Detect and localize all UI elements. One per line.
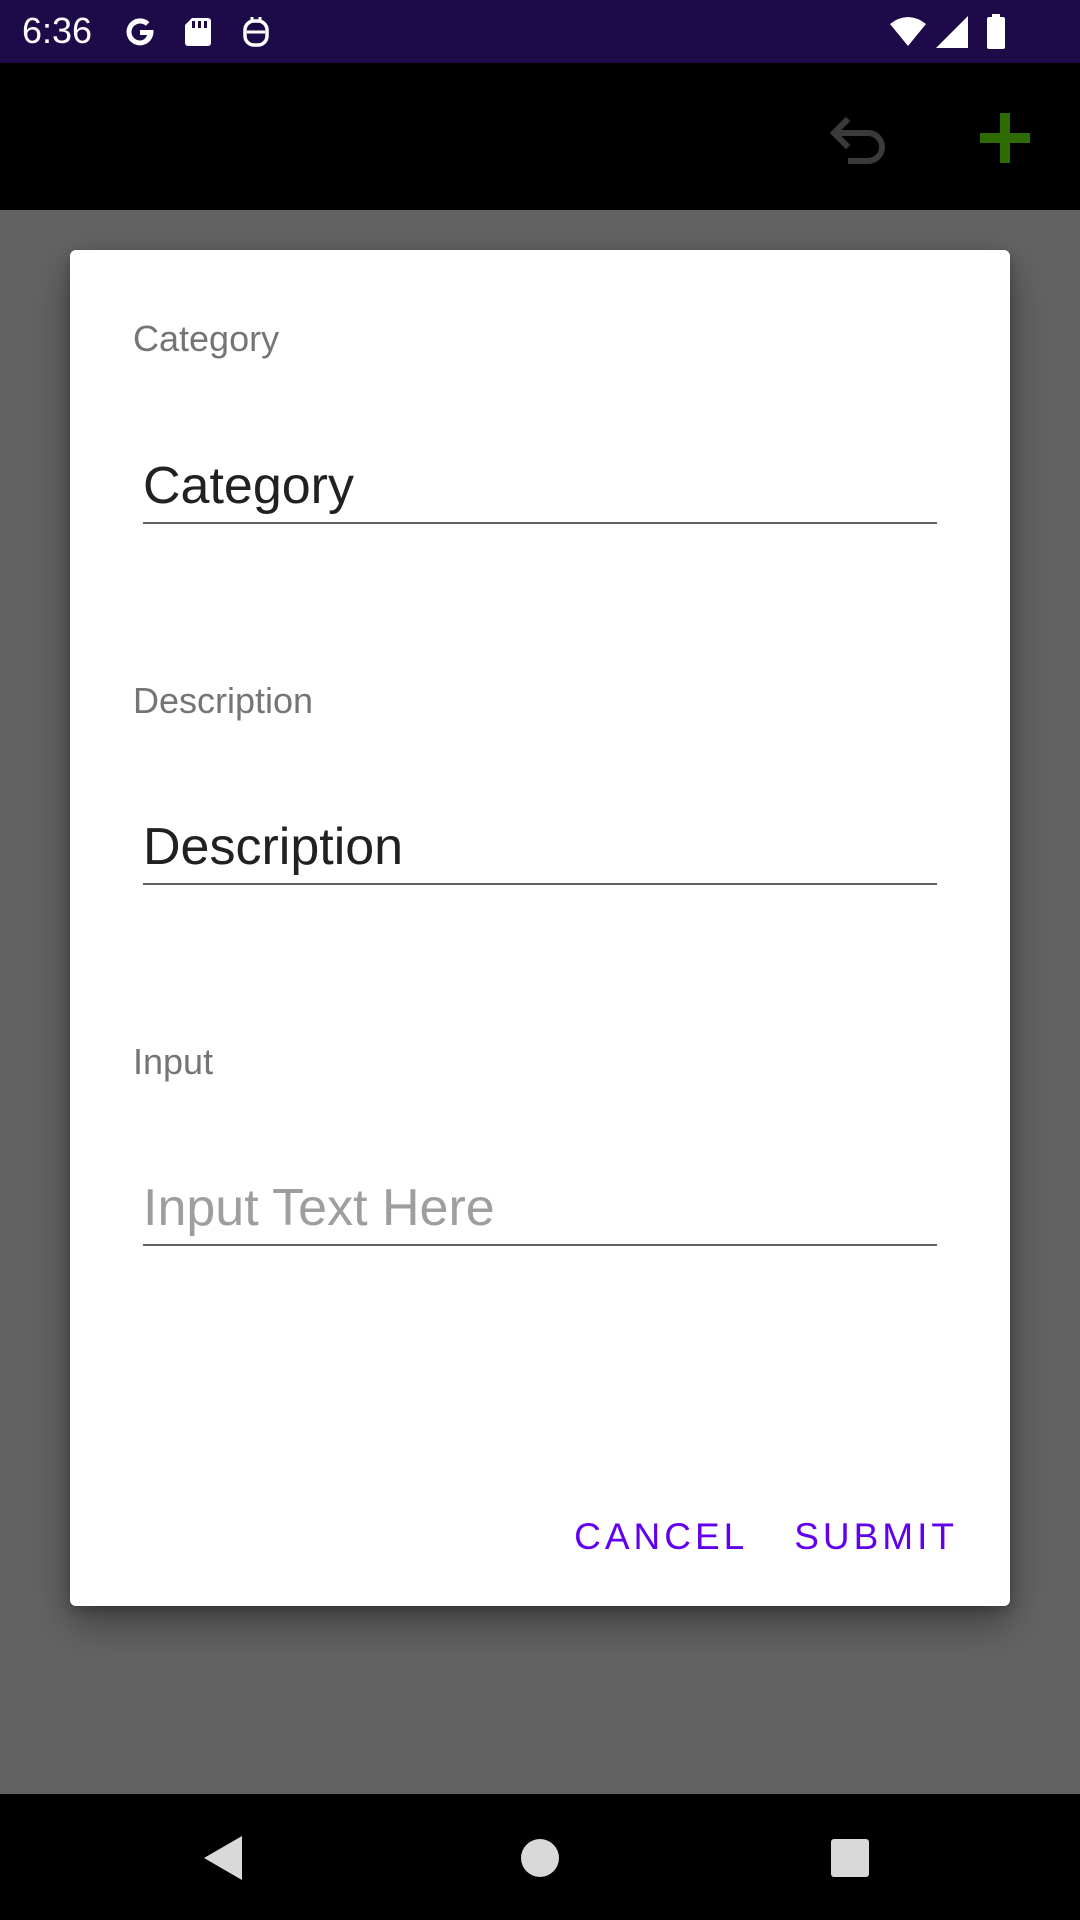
category-input[interactable] [143,450,937,522]
input-dialog: Category Description Input CANCEL SUBMIT [70,250,1010,1606]
input-text-input[interactable] [143,1172,937,1244]
wifi-icon [888,12,928,52]
input-field[interactable] [143,1172,937,1246]
cell-signal-icon [932,12,972,52]
home-icon[interactable] [505,1822,575,1892]
input-label: Input [133,1041,214,1082]
description-field[interactable] [143,811,937,885]
submit-button[interactable]: SUBMIT [794,1516,958,1558]
back-icon[interactable] [190,1822,260,1892]
app-bar [0,63,1080,210]
recents-icon[interactable] [815,1822,885,1892]
assistant-icon [236,12,276,52]
category-field[interactable] [143,450,937,524]
google-icon [120,12,160,52]
cancel-button[interactable]: CANCEL [574,1516,748,1558]
description-input[interactable] [143,811,937,883]
status-bar: 6:36 [0,0,1080,63]
undo-icon[interactable] [824,103,894,173]
battery-icon [976,12,1016,52]
dialog-actions: CANCEL SUBMIT [574,1516,958,1558]
sd-card-icon [178,12,218,52]
description-label: Description [133,680,314,721]
navigation-bar [0,1794,1080,1920]
add-icon[interactable] [970,103,1040,173]
status-time: 6:36 [22,10,93,51]
category-label: Category [133,318,280,359]
